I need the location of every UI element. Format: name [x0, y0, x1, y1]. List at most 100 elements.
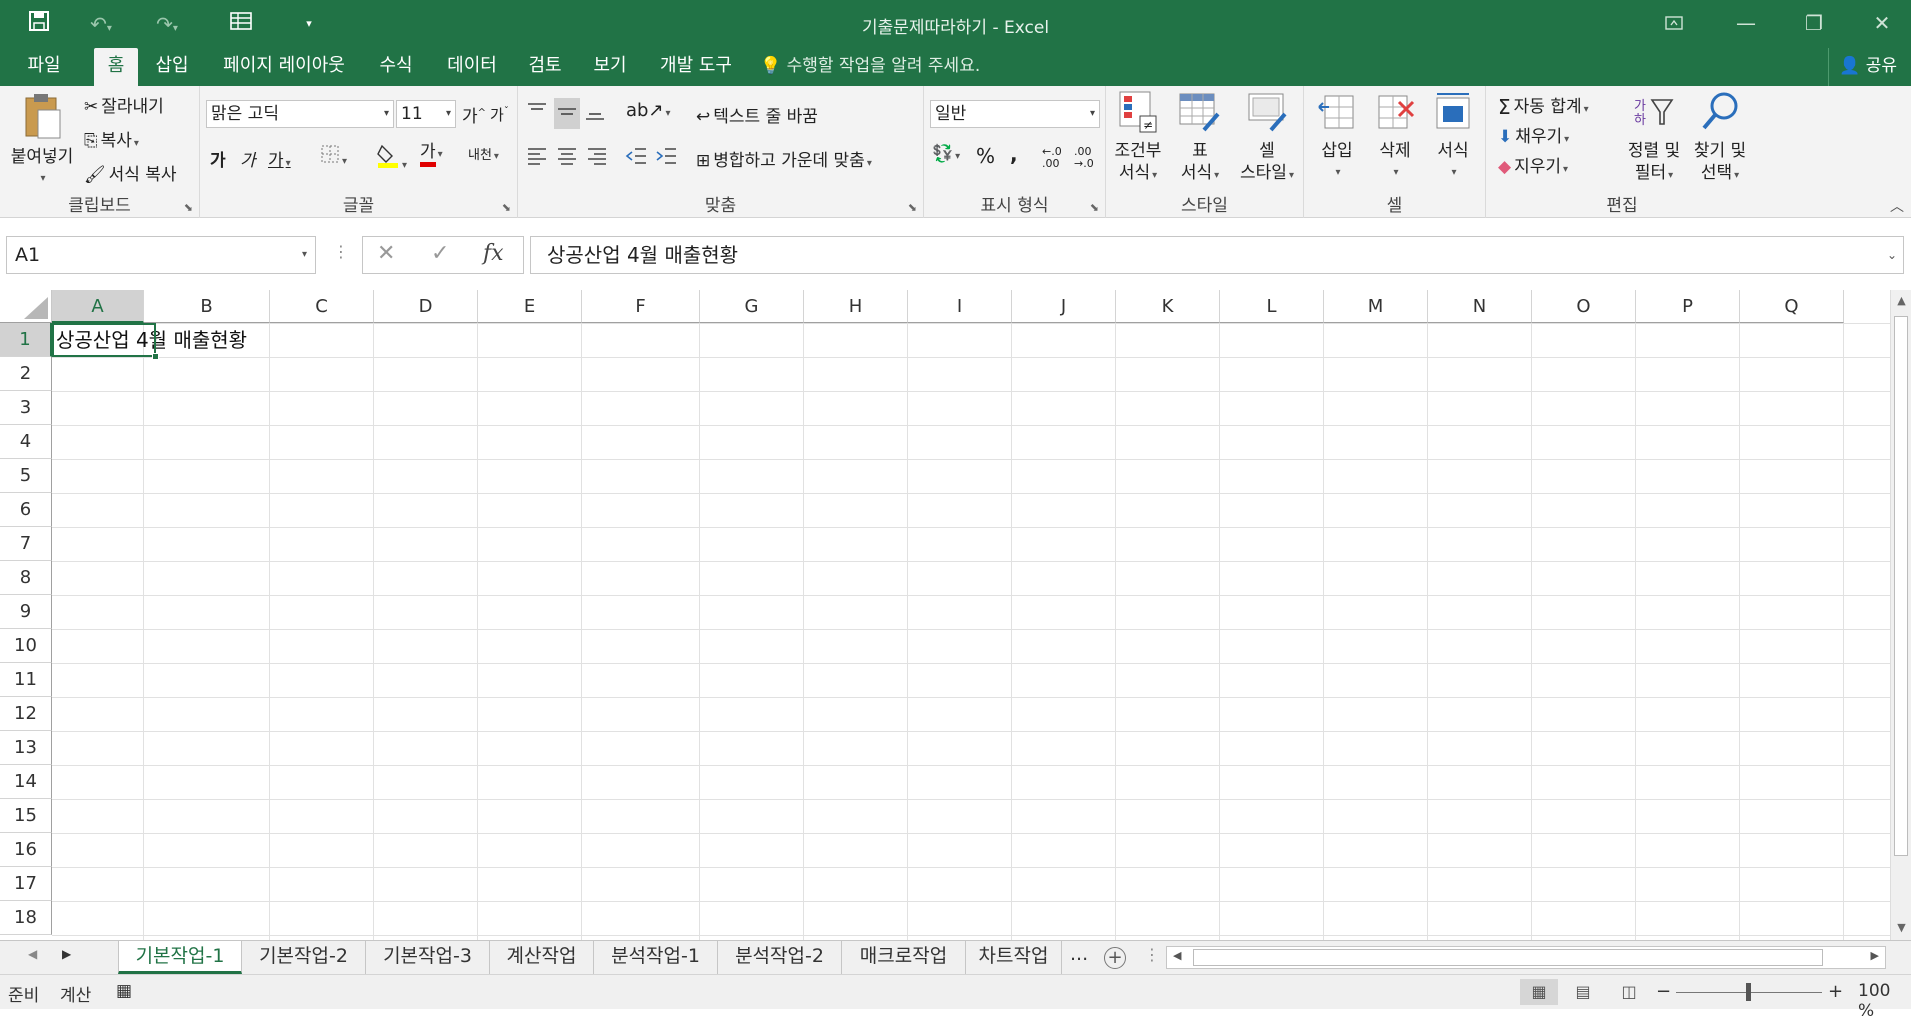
tab-file[interactable]: 파일: [16, 48, 72, 86]
tab-insert[interactable]: 삽입: [148, 48, 196, 86]
sheet-tab-6[interactable]: 분석작업-2: [718, 941, 842, 974]
zoom-level[interactable]: 100 %: [1858, 981, 1911, 1021]
row-header-4[interactable]: 4: [0, 425, 52, 459]
row-header-8[interactable]: 8: [0, 561, 52, 595]
accounting-format-button[interactable]: 💱 ▾: [932, 144, 960, 164]
row-header-5[interactable]: 5: [0, 459, 52, 493]
format-painter-button[interactable]: 🖌 서식 복사: [84, 160, 177, 185]
sheet-next-icon[interactable]: ▶: [62, 947, 71, 961]
align-top-button[interactable]: [526, 100, 548, 127]
ribbon-display-options-icon[interactable]: [1654, 8, 1694, 38]
zoom-out-icon[interactable]: −: [1656, 981, 1671, 1002]
tab-data[interactable]: 데이터: [440, 48, 504, 86]
column-header-n[interactable]: N: [1428, 290, 1532, 323]
select-all-button[interactable]: [0, 290, 52, 323]
tell-me-box[interactable]: 💡 수행할 작업을 알려 주세요.: [760, 48, 980, 86]
sheet-tab-8[interactable]: 차트작업: [966, 941, 1062, 974]
autosum-button[interactable]: Σ 자동 합계 ▾: [1498, 92, 1589, 119]
share-button[interactable]: 👤 공유: [1828, 48, 1897, 86]
column-header-i[interactable]: I: [908, 290, 1012, 323]
cut-button[interactable]: ✂ 잘라내기: [84, 92, 164, 117]
minimize-icon[interactable]: —: [1726, 8, 1766, 38]
sheet-tab-1[interactable]: 기본작업-1: [118, 941, 242, 974]
scroll-up-icon[interactable]: ▲: [1891, 294, 1911, 307]
restore-icon[interactable]: ❐: [1794, 8, 1834, 38]
merge-center-button[interactable]: ⊞ 병합하고 가운데 맞춤 ▾: [696, 146, 872, 171]
align-bottom-button[interactable]: [584, 100, 606, 127]
tab-splitter-icon[interactable]: ⋮: [1144, 945, 1160, 964]
column-header-e[interactable]: E: [478, 290, 582, 323]
dialog-launcher-icon[interactable]: ⬊: [184, 201, 193, 214]
copy-button[interactable]: ⎘ 복사 ▾: [84, 126, 139, 151]
increase-indent-button[interactable]: [654, 146, 678, 171]
column-header-d[interactable]: D: [374, 290, 478, 323]
wrap-text-button[interactable]: ↩ 텍스트 줄 바꿈: [696, 102, 818, 127]
zoom-in-icon[interactable]: +: [1828, 981, 1843, 1002]
format-as-table-button[interactable]: 표 서식 ▾: [1170, 90, 1230, 187]
cell-styles-button[interactable]: 셀 스타일 ▾: [1232, 90, 1302, 187]
find-select-button[interactable]: 찾기 및 선택 ▾: [1686, 90, 1754, 187]
font-size-select[interactable]: 11 ▾: [396, 100, 456, 128]
sheet-tab-3[interactable]: 기본작업-3: [366, 941, 490, 974]
increase-decimal-button[interactable]: ←.0.00: [1042, 146, 1062, 170]
sheet-tab-7[interactable]: 매크로작업: [842, 941, 966, 974]
conditional-formatting-button[interactable]: ≠ 조건부 서식 ▾: [1108, 90, 1168, 187]
align-center-button[interactable]: [556, 146, 578, 171]
dialog-launcher-icon[interactable]: ⬊: [908, 201, 917, 214]
worksheet-grid[interactable]: ABCDEFGHIJKLMNOPQ 1 2 3 4 5 6 7 8 9 10 11 12 13 14 15 1…: [0, 290, 1911, 940]
cell-area[interactable]: [52, 323, 1890, 940]
dialog-launcher-icon[interactable]: ⬊: [1090, 201, 1099, 214]
horizontal-scrollbar[interactable]: ◀ ▶: [1166, 946, 1886, 969]
row-header-14[interactable]: 14: [0, 765, 52, 799]
row-header-17[interactable]: 17: [0, 867, 52, 901]
formula-input[interactable]: 상공산업 4월 매출현황 ⌄: [530, 236, 1904, 274]
grow-font-button[interactable]: 가^: [462, 102, 486, 127]
italic-button[interactable]: 가: [240, 146, 256, 171]
align-right-button[interactable]: [586, 146, 608, 171]
column-header-k[interactable]: K: [1116, 290, 1220, 323]
shrink-font-button[interactable]: 가ˇ: [490, 104, 509, 125]
row-header-18[interactable]: 18: [0, 901, 52, 935]
close-icon[interactable]: ✕: [1862, 8, 1902, 38]
row-header-16[interactable]: 16: [0, 833, 52, 867]
align-left-button[interactable]: [526, 146, 548, 171]
row-header-13[interactable]: 13: [0, 731, 52, 765]
sheet-tab-5[interactable]: 분석작업-1: [594, 941, 718, 974]
scroll-down-icon[interactable]: ▼: [1891, 921, 1911, 934]
row-header-9[interactable]: 9: [0, 595, 52, 629]
column-header-h[interactable]: H: [804, 290, 908, 323]
enter-icon[interactable]: ✓: [431, 241, 449, 266]
page-layout-view-icon[interactable]: ▤: [1564, 979, 1602, 1005]
font-name-select[interactable]: 맑은 고딕 ▾: [206, 100, 394, 128]
scroll-left-icon[interactable]: ◀: [1173, 949, 1181, 962]
row-header-2[interactable]: 2: [0, 357, 52, 391]
tab-review[interactable]: 검토: [522, 48, 568, 86]
collapse-ribbon-icon[interactable]: ︿: [1890, 196, 1904, 216]
underline-button[interactable]: 가 ▾: [268, 146, 291, 171]
decrease-decimal-button[interactable]: .00 →.0: [1074, 146, 1094, 170]
row-header-11[interactable]: 11: [0, 663, 52, 697]
row-header-10[interactable]: 10: [0, 629, 52, 663]
tab-home[interactable]: 홈: [94, 48, 138, 86]
splitter-icon[interactable]: ⋮: [333, 242, 349, 261]
clear-button[interactable]: ◆ 지우기 ▾: [1498, 152, 1568, 177]
percent-button[interactable]: %: [976, 144, 995, 168]
align-middle-button[interactable]: [554, 98, 580, 129]
row-header-7[interactable]: 7: [0, 527, 52, 561]
column-header-j[interactable]: J: [1012, 290, 1116, 323]
column-header-q[interactable]: Q: [1740, 290, 1844, 323]
decrease-indent-button[interactable]: [624, 146, 648, 171]
normal-view-icon[interactable]: ▦: [1520, 979, 1558, 1005]
name-box[interactable]: A1 ▾: [6, 236, 316, 274]
insert-cells-button[interactable]: 삽입 ▾: [1308, 90, 1366, 184]
scroll-right-icon[interactable]: ▶: [1871, 949, 1879, 962]
number-format-select[interactable]: 일반 ▾: [930, 100, 1100, 128]
row-header-1[interactable]: 1: [0, 323, 52, 357]
vertical-scroll-thumb[interactable]: [1894, 316, 1908, 856]
tab-formulas[interactable]: 수식: [372, 48, 420, 86]
column-header-p[interactable]: P: [1636, 290, 1740, 323]
column-header-m[interactable]: M: [1324, 290, 1428, 323]
page-break-view-icon[interactable]: ◫: [1610, 979, 1648, 1005]
macro-record-icon[interactable]: ▦: [116, 981, 132, 1001]
column-header-b[interactable]: B: [144, 290, 270, 323]
